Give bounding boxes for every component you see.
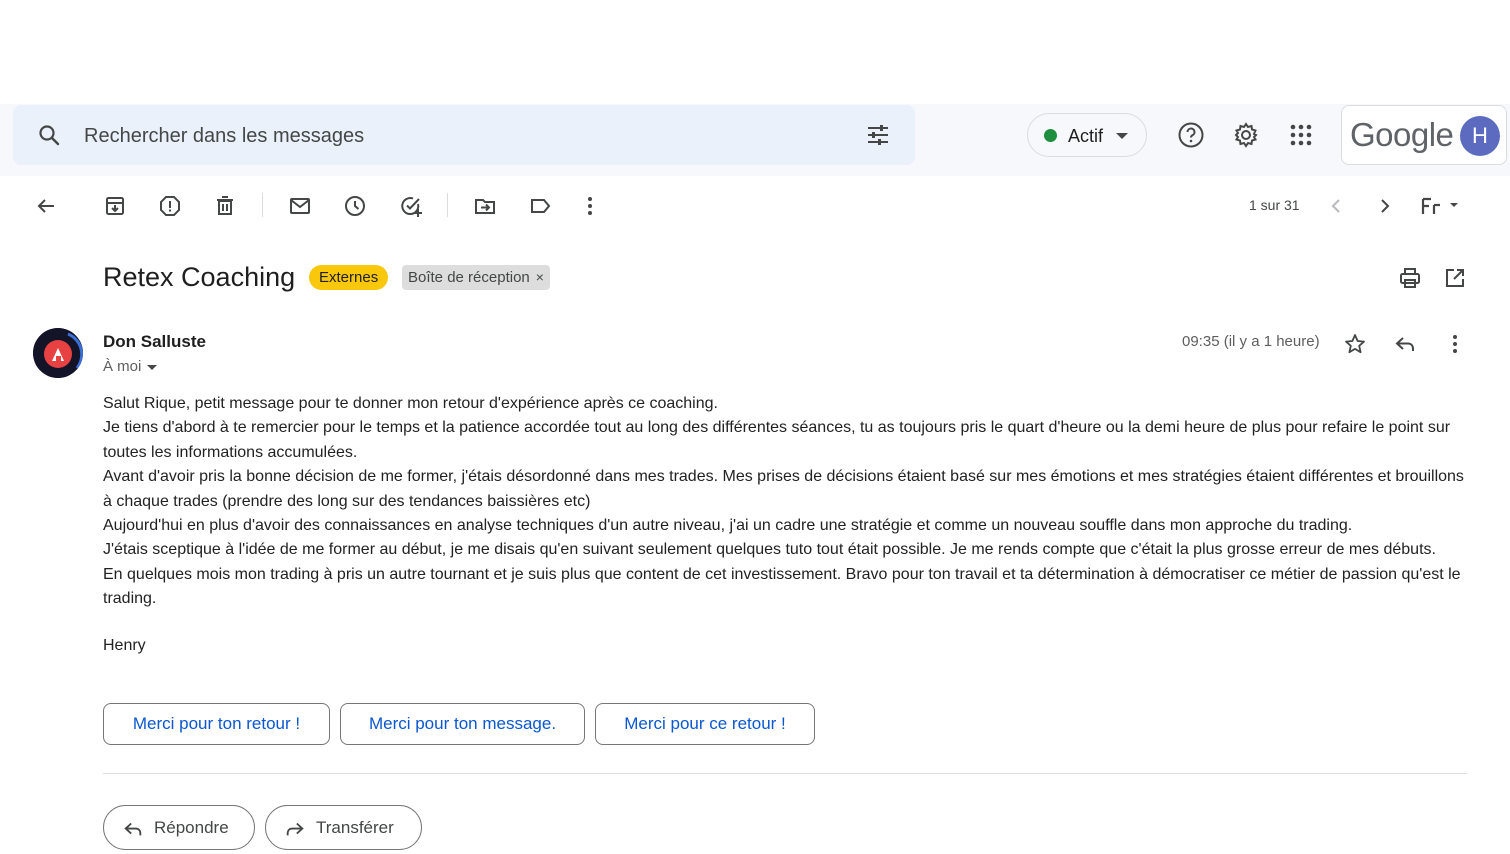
remove-label-icon[interactable]: ×: [536, 269, 544, 285]
help-icon[interactable]: [1177, 121, 1205, 149]
search-input[interactable]: Rechercher dans les messages: [84, 125, 364, 148]
body-paragraph: Aujourd'hui en plus d'avoir des connaiss…: [103, 517, 1353, 535]
chevron-right-icon[interactable]: [1373, 194, 1397, 218]
input-tools-icon[interactable]: [1421, 194, 1461, 218]
account-avatar[interactable]: H: [1460, 116, 1500, 156]
body-paragraph: Salut Rique, petit message pour te donne…: [103, 395, 718, 412]
recipient-details[interactable]: À moi: [103, 358, 158, 375]
chevron-down-icon: [1116, 133, 1128, 139]
toolbar-divider: [262, 193, 263, 217]
forward-button[interactable]: Transférer: [265, 805, 422, 850]
status-label: Actif: [1068, 126, 1104, 146]
sender-avatar[interactable]: [33, 328, 83, 378]
body-paragraph: Je tiens d'abord à te remercier pour le …: [103, 419, 1451, 461]
message-body: Salut Rique, petit message pour te donne…: [103, 392, 1473, 612]
more-vert-icon[interactable]: [1443, 332, 1467, 356]
message-timestamp: 09:35 (il y a 1 heure): [1182, 333, 1320, 350]
mark-unread-icon[interactable]: [288, 194, 312, 218]
account-area[interactable]: Google H: [1341, 105, 1507, 165]
status-selector[interactable]: Actif: [1027, 113, 1147, 157]
label-inbox-text: Boîte de réception: [408, 269, 530, 286]
email-subject: Retex Coaching: [103, 262, 296, 292]
body-paragraph: Avant d'avoir pris la bonne décision de …: [103, 468, 1464, 510]
open-new-window-icon[interactable]: [1443, 266, 1467, 290]
reply-icon[interactable]: [1393, 332, 1417, 356]
body-paragraph: En quelques mois mon trading à pris un a…: [103, 565, 1461, 608]
chevron-left-icon[interactable]: [1324, 194, 1348, 218]
add-task-icon[interactable]: [399, 194, 423, 218]
label-externes[interactable]: Externes: [309, 265, 389, 290]
more-vert-icon[interactable]: [578, 194, 602, 218]
reply-label: Répondre: [154, 818, 229, 837]
toolbar-divider: [447, 193, 448, 217]
snooze-clock-icon[interactable]: [343, 194, 367, 218]
label-icon[interactable]: [528, 194, 552, 218]
search-icon[interactable]: [37, 123, 61, 147]
google-logo: Google: [1350, 116, 1454, 153]
chevron-down-icon: [147, 364, 158, 370]
reply-button[interactable]: Répondre: [103, 805, 255, 850]
search-options-icon[interactable]: [866, 123, 890, 147]
reply-icon: [122, 818, 144, 840]
smart-reply-button[interactable]: Merci pour ce retour !: [595, 703, 815, 745]
report-spam-icon[interactable]: [158, 194, 182, 218]
status-dot: [1044, 129, 1057, 142]
smart-reply-button[interactable]: Merci pour ton retour !: [103, 703, 330, 745]
print-icon[interactable]: [1398, 266, 1422, 290]
label-inbox[interactable]: Boîte de réception ×: [402, 265, 550, 290]
top-bar: Rechercher dans les messages Actif Googl…: [0, 104, 1510, 176]
divider: [103, 773, 1467, 774]
back-arrow-icon[interactable]: [34, 194, 58, 218]
forward-label: Transférer: [316, 818, 394, 837]
move-to-folder-icon[interactable]: [473, 194, 497, 218]
pager-count: 1 sur 31: [1249, 197, 1300, 213]
apps-grid-icon[interactable]: [1287, 121, 1315, 149]
smart-reply-button[interactable]: Merci pour ton message.: [340, 703, 585, 745]
settings-icon[interactable]: [1232, 121, 1260, 149]
message-panel: 1 sur 31 Retex Coaching Externes Boîte d…: [13, 176, 1507, 854]
archive-icon[interactable]: [103, 194, 127, 218]
delete-icon[interactable]: [213, 194, 237, 218]
forward-icon: [284, 818, 306, 840]
star-icon[interactable]: [1343, 332, 1367, 356]
search-bar[interactable]: Rechercher dans les messages: [13, 105, 915, 165]
sender-name[interactable]: Don Salluste: [103, 332, 206, 352]
signature: Henry: [103, 637, 146, 654]
recipient-label: À moi: [103, 358, 142, 375]
body-paragraph: J'étais sceptique à l'idée de me former …: [103, 541, 1436, 559]
